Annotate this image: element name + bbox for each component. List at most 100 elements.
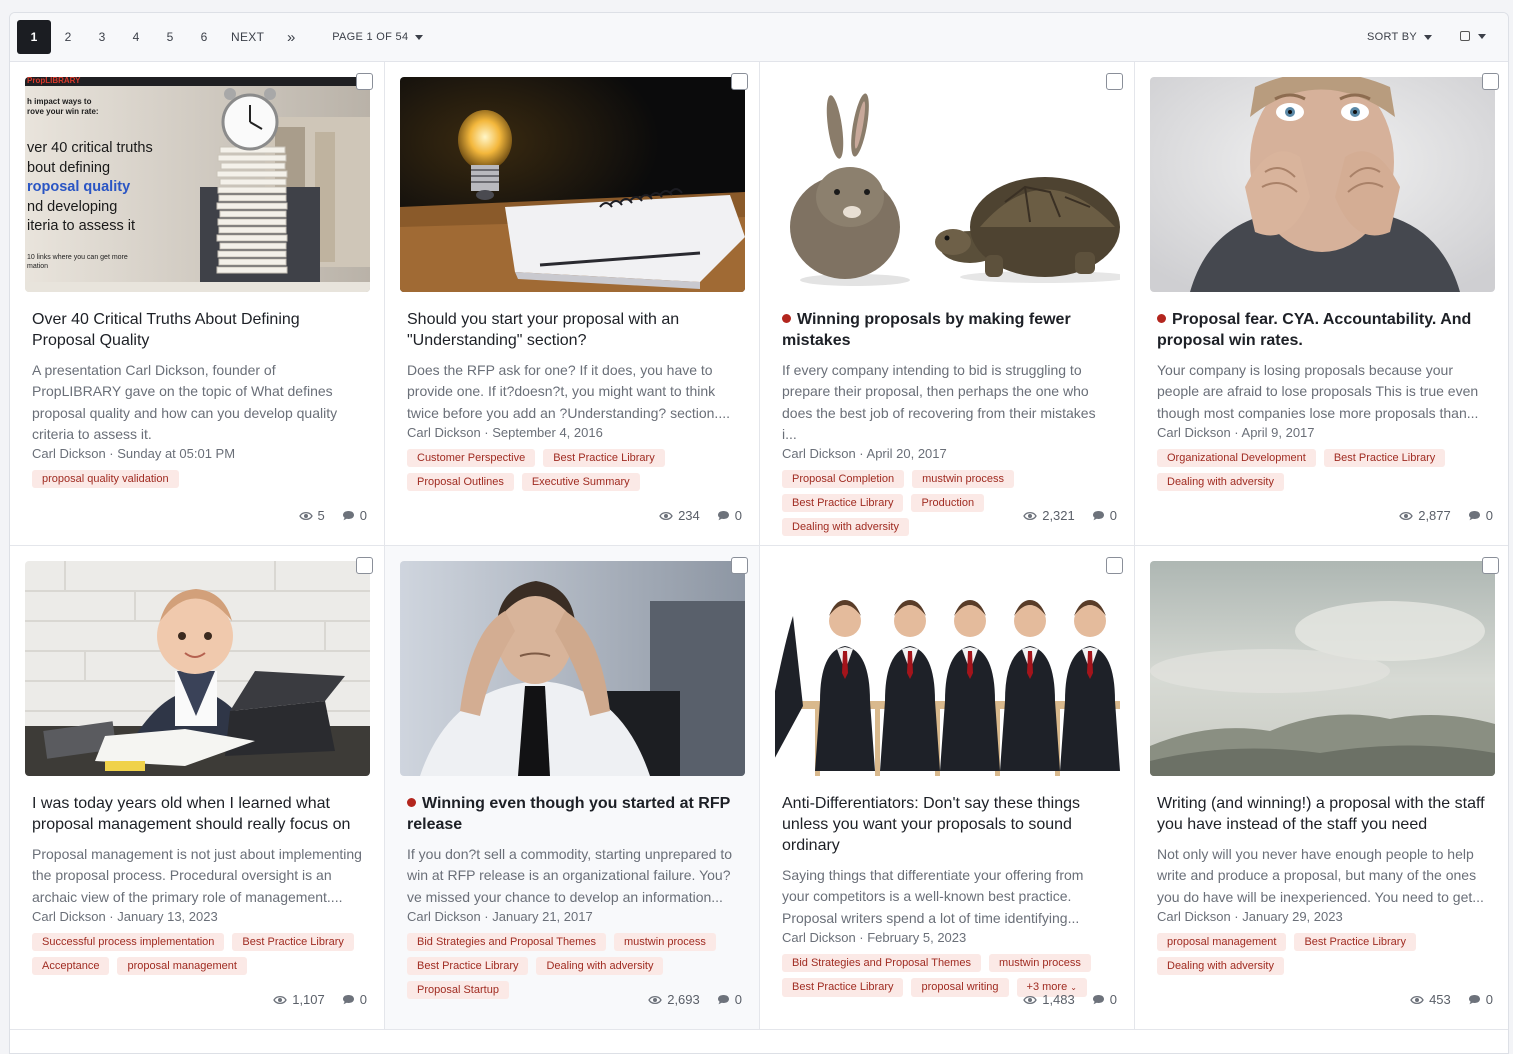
tag[interactable]: Best Practice Library: [782, 977, 904, 997]
article-card[interactable]: I was today years old when I learned wha…: [10, 546, 385, 1030]
comment-icon: [342, 995, 354, 1005]
next-page-button[interactable]: NEXT: [221, 20, 274, 54]
select-checkbox[interactable]: [356, 73, 373, 90]
hazy-landscape-image: [1150, 561, 1495, 776]
article-thumbnail[interactable]: [775, 77, 1120, 292]
sort-by-dropdown[interactable]: SORT BY: [1367, 31, 1432, 43]
tag[interactable]: mustwin process: [988, 953, 1091, 972]
tag[interactable]: Production: [911, 494, 985, 513]
tag[interactable]: Customer Perspective: [407, 448, 536, 467]
article-stats: 2,321 0: [1023, 508, 1117, 523]
eye-icon: [1023, 995, 1037, 1004]
tag[interactable]: Proposal Startup: [407, 980, 509, 999]
article-thumbnail[interactable]: [25, 561, 370, 776]
tag[interactable]: Executive Summary: [521, 472, 640, 491]
page-4-button[interactable]: 4: [119, 20, 153, 54]
article-card[interactable]: Winning proposals by making fewer mistak…: [760, 62, 1135, 546]
article-title[interactable]: Winning even though you started at RFP r…: [407, 793, 737, 835]
comment-count: 0: [1468, 992, 1493, 1007]
tag[interactable]: Dealing with adversity: [1157, 472, 1284, 491]
page-1-button[interactable]: 1: [17, 20, 51, 54]
tag[interactable]: Dealing with adversity: [782, 518, 909, 537]
page-6-button[interactable]: 6: [187, 20, 221, 54]
tag[interactable]: Best Practice Library: [782, 494, 904, 513]
select-checkbox[interactable]: [731, 73, 748, 90]
article-meta: Carl Dickson · September 4, 2016: [407, 424, 603, 440]
article-meta: Carl Dickson · February 5, 2023: [782, 929, 967, 945]
page-3-button[interactable]: 3: [85, 20, 119, 54]
article-excerpt: Your company is losing proposals because…: [1157, 362, 1479, 421]
select-checkbox[interactable]: [1482, 73, 1499, 90]
article-title[interactable]: Anti-Differentiators: Don't say these th…: [782, 793, 1112, 856]
tag[interactable]: Dealing with adversity: [1157, 956, 1284, 975]
article-meta: Carl Dickson · Sunday at 05:01 PM: [32, 446, 236, 462]
article-card[interactable]: PropLIBRARY h impact ways to rove your w…: [10, 62, 385, 546]
article-thumbnail[interactable]: [1150, 561, 1495, 776]
unread-dot-icon: [1157, 314, 1166, 323]
tag[interactable]: mustwin process: [613, 932, 716, 951]
select-all-dropdown[interactable]: [1460, 31, 1486, 41]
article-thumbnail[interactable]: [1150, 77, 1495, 292]
tag[interactable]: Proposal Outlines: [407, 472, 514, 491]
chevron-down-icon: [1478, 33, 1486, 39]
tag[interactable]: Proposal Completion: [782, 470, 905, 489]
last-page-icon[interactable]: »: [274, 20, 308, 54]
stressed-man-image: [400, 561, 745, 776]
page-2-button[interactable]: 2: [51, 20, 85, 54]
baby-businessman-image: [25, 561, 370, 776]
unread-dot-icon: [782, 314, 791, 323]
tag[interactable]: Successful process implementation: [32, 932, 225, 951]
article-title[interactable]: Winning proposals by making fewer mistak…: [782, 309, 1112, 351]
slide-subheading: h impact ways to rove your win rate:: [27, 97, 99, 116]
tag[interactable]: mustwin process: [912, 470, 1015, 489]
page-5-button[interactable]: 5: [153, 20, 187, 54]
tag[interactable]: Best Practice Library: [407, 956, 529, 975]
view-count: 2,877: [1399, 508, 1451, 523]
tag[interactable]: proposal quality validation: [32, 470, 179, 489]
tag[interactable]: Best Practice Library: [232, 932, 354, 951]
article-title[interactable]: Should you start your proposal with an "…: [407, 309, 737, 351]
tag[interactable]: Organizational Development: [1157, 448, 1316, 467]
article-card[interactable]: Should you start your proposal with an "…: [385, 62, 760, 546]
article-card[interactable]: Writing (and winning!) a proposal with t…: [1135, 546, 1508, 1030]
article-thumbnail[interactable]: PropLIBRARY h impact ways to rove your w…: [25, 77, 370, 292]
tag-list: Bid Strategies and Proposal Themes mustw…: [407, 932, 742, 999]
article-excerpt: If every company intending to bid is str…: [782, 362, 1096, 442]
tag-list: Organizational Development Best Practice…: [1157, 448, 1492, 491]
tag[interactable]: Dealing with adversity: [536, 956, 664, 975]
tag[interactable]: proposal management: [117, 956, 247, 975]
select-checkbox[interactable]: [356, 557, 373, 574]
select-checkbox[interactable]: [1106, 73, 1123, 90]
tag[interactable]: Acceptance: [32, 956, 110, 975]
article-thumbnail[interactable]: [400, 561, 745, 776]
fearful-man-image: [1150, 77, 1495, 292]
tag[interactable]: Bid Strategies and Proposal Themes: [407, 932, 606, 951]
tag-list: Customer Perspective Best Practice Libra…: [407, 448, 742, 491]
select-checkbox[interactable]: [731, 557, 748, 574]
article-stats: 5 0: [298, 508, 367, 523]
eye-icon: [1410, 995, 1424, 1004]
tag-list: Successful process implementation Best P…: [32, 932, 367, 975]
article-card[interactable]: Proposal fear. CYA. Accountability. And …: [1135, 62, 1508, 546]
article-title[interactable]: Over 40 Critical Truths About Defining P…: [32, 309, 362, 351]
page-select-dropdown[interactable]: PAGE 1 OF 54: [332, 31, 424, 43]
eye-icon: [1399, 511, 1413, 520]
select-checkbox[interactable]: [1106, 557, 1123, 574]
tag[interactable]: Best Practice Library: [1323, 448, 1446, 467]
select-checkbox[interactable]: [1482, 557, 1499, 574]
article-card[interactable]: Anti-Differentiators: Don't say these th…: [760, 546, 1135, 1030]
eye-icon: [1023, 511, 1037, 520]
article-thumbnail[interactable]: [400, 77, 745, 292]
tag[interactable]: Bid Strategies and Proposal Themes: [782, 953, 981, 972]
tag[interactable]: Best Practice Library: [1294, 932, 1416, 951]
article-title[interactable]: Writing (and winning!) a proposal with t…: [1157, 793, 1488, 835]
view-count: 234: [659, 508, 700, 523]
article-card[interactable]: Winning even though you started at RFP r…: [385, 546, 760, 1030]
article-stats: 453 0: [1410, 992, 1493, 1007]
tag[interactable]: proposal writing: [911, 977, 1009, 997]
article-title[interactable]: Proposal fear. CYA. Accountability. And …: [1157, 309, 1488, 351]
tag[interactable]: Best Practice Library: [543, 448, 665, 467]
article-thumbnail[interactable]: [775, 561, 1120, 776]
tag[interactable]: proposal management: [1157, 932, 1287, 951]
article-title[interactable]: I was today years old when I learned wha…: [32, 793, 362, 835]
